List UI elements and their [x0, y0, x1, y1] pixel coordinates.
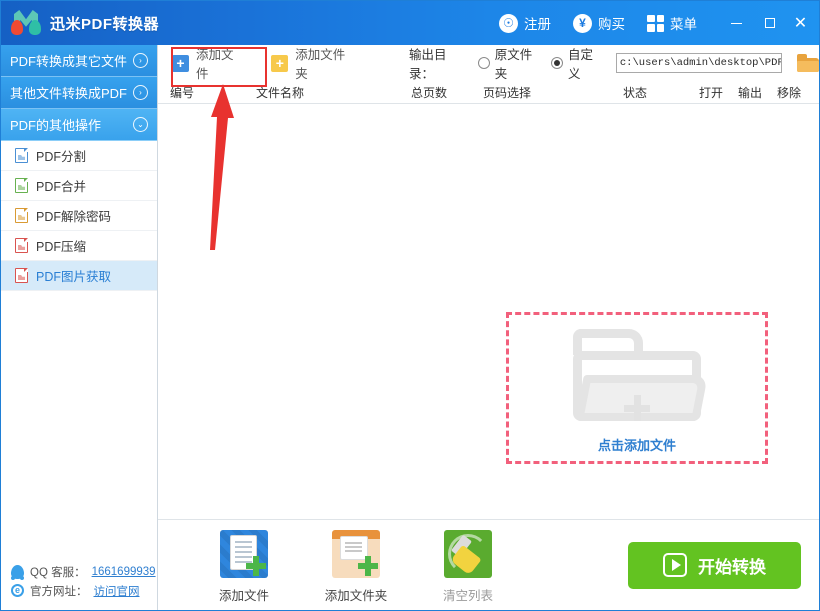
sidebar-item-label: PDF图片获取	[36, 270, 112, 284]
bottom-add-file-label: 添加文件	[218, 589, 269, 603]
menu-label: 菜单	[670, 17, 697, 32]
sidebar-item-label: PDF合并	[36, 180, 87, 194]
bottom-clear-list-button[interactable]: 清空列表	[412, 530, 524, 604]
column-header-total-pages: 总页数	[411, 85, 448, 100]
start-convert-button[interactable]: 开始转换	[628, 541, 801, 589]
pdf-file-icon	[15, 238, 28, 253]
official-site-row: e 官方网址： 访问官网	[11, 581, 157, 600]
file-table-header: 编号 文件名称 总页数 页码选择 状态 打开 输出 移除	[158, 81, 819, 104]
column-header-page-select: 页码选择	[483, 85, 532, 100]
chevron-down-icon: ⌄	[133, 117, 148, 132]
bottom-add-folder-label: 添加文件夹	[324, 589, 388, 603]
sidebar-category-other-to-pdf[interactable]: 其他文件转换成PDF ›	[1, 77, 157, 109]
add-file-button[interactable]: + 添加文件	[172, 44, 245, 82]
bottom-add-folder-button[interactable]: 添加文件夹	[300, 530, 412, 604]
sidebar-item-label: PDF分割	[36, 150, 87, 164]
dropzone-add-files[interactable]: 点击添加文件	[506, 312, 768, 464]
bottom-action-bar: 添加文件 添加文件夹 清空列表 开始转换	[158, 519, 819, 610]
add-folder-button[interactable]: + 添加文件夹	[271, 44, 357, 82]
menu-button[interactable]: 菜单	[636, 1, 708, 45]
buy-button[interactable]: ¥ 购买	[562, 1, 636, 45]
pdf-file-icon	[15, 178, 28, 193]
output-directory-group: 输出目录： 原文件夹 自定义 c:\users\admin\desktop\PD…	[409, 44, 819, 82]
output-path-input[interactable]: c:\users\admin\desktop\PDF压~1	[615, 53, 782, 73]
window-controls: ✕	[720, 1, 819, 45]
official-site-label: 官方网址：	[30, 585, 88, 598]
add-folder-icon: +	[271, 54, 289, 72]
app-logo-icon	[9, 6, 43, 40]
yen-buy-icon: ¥	[573, 13, 592, 33]
column-header-filename: 文件名称	[256, 85, 305, 100]
bottom-clear-list-label: 清空列表	[442, 589, 493, 603]
play-icon	[663, 553, 687, 577]
sidebar-item-label: PDF压缩	[36, 240, 87, 254]
pdf-file-icon	[15, 268, 28, 283]
file-list-area: 点击添加文件	[158, 104, 819, 519]
maximize-button[interactable]	[753, 1, 786, 45]
radio-button-icon	[477, 57, 490, 69]
sidebar-category-pdf-to-other[interactable]: PDF转换成其它文件 ›	[1, 45, 157, 77]
app-title: 迅米PDF转换器	[50, 15, 160, 33]
output-directory-label: 输出目录：	[408, 48, 447, 81]
sidebar-item-pdf-split[interactable]: PDF分割	[1, 141, 157, 171]
clear-list-broom-icon	[444, 530, 492, 578]
sidebar-category-label: 其他文件转换成PDF	[10, 86, 128, 101]
column-header-status: 状态	[623, 85, 648, 100]
grid-menu-icon	[647, 14, 664, 32]
qq-service-label: QQ 客服：	[30, 566, 86, 579]
pdf-file-icon	[15, 148, 28, 163]
sidebar-item-pdf-merge[interactable]: PDF合并	[1, 171, 157, 201]
column-header-remove: 移除	[776, 85, 801, 100]
sidebar: PDF转换成其它文件 › 其他文件转换成PDF › PDF的其他操作 ⌄ PDF…	[1, 45, 158, 610]
sidebar-item-pdf-unlock[interactable]: PDF解除密码	[1, 201, 157, 231]
pdf-file-icon	[15, 208, 28, 223]
column-header-output: 输出	[737, 85, 762, 100]
add-file-icon	[220, 530, 268, 578]
radio-button-selected-icon	[550, 57, 563, 69]
minimize-button[interactable]	[720, 1, 753, 45]
add-folder-icon	[332, 530, 380, 578]
title-bar: 迅米PDF转换器 ☉ 注册 ¥ 购买 菜单 ✕	[1, 1, 819, 45]
sidebar-category-pdf-other-ops[interactable]: PDF的其他操作 ⌄	[1, 109, 157, 141]
sidebar-item-label: PDF解除密码	[36, 210, 112, 224]
radio-custom-folder[interactable]: 自定义	[550, 44, 605, 82]
radio-original-label: 原文件夹	[494, 48, 533, 81]
sidebar-item-pdf-compress[interactable]: PDF压缩	[1, 231, 157, 261]
column-header-open: 打开	[698, 85, 723, 100]
chevron-right-icon: ›	[133, 53, 148, 68]
sidebar-category-label: PDF的其他操作	[10, 118, 102, 133]
qq-number-link[interactable]: 1661699939	[92, 566, 156, 578]
qq-penguin-icon	[11, 564, 24, 580]
sidebar-footer: QQ 客服： 1661699939 e 官方网址： 访问官网	[1, 562, 157, 610]
folder-browse-icon[interactable]	[796, 54, 819, 72]
sidebar-item-pdf-image-extract[interactable]: PDF图片获取	[1, 261, 157, 291]
chevron-right-icon: ›	[133, 85, 148, 100]
add-file-icon: +	[172, 54, 189, 72]
register-label: 注册	[524, 17, 551, 32]
start-convert-label: 开始转换	[698, 557, 766, 577]
column-header-index: 编号	[170, 85, 195, 100]
folder-plus-icon	[573, 329, 708, 421]
qq-service-row: QQ 客服： 1661699939	[11, 562, 157, 581]
main-panel: + 添加文件 + 添加文件夹 输出目录： 原文件夹 自定义 c:\users\a…	[158, 45, 819, 610]
application-window: 迅米PDF转换器 ☉ 注册 ¥ 购买 菜单 ✕ PDF转换成其它文件 › 其他文…	[0, 0, 820, 611]
sidebar-category-label: PDF转换成其它文件	[10, 54, 128, 69]
bottom-add-file-button[interactable]: 添加文件	[188, 530, 300, 604]
window-body: PDF转换成其它文件 › 其他文件转换成PDF › PDF的其他操作 ⌄ PDF…	[1, 45, 819, 610]
user-register-icon: ☉	[499, 13, 518, 33]
close-button[interactable]: ✕	[786, 1, 819, 45]
dropzone-label: 点击添加文件	[597, 438, 676, 453]
buy-label: 购买	[598, 17, 625, 32]
toolbar: + 添加文件 + 添加文件夹 输出目录： 原文件夹 自定义 c:\users\a…	[158, 45, 819, 81]
add-file-label: 添加文件	[196, 48, 234, 81]
titlebar-actions: ☉ 注册 ¥ 购买 菜单 ✕	[488, 1, 819, 45]
add-folder-label: 添加文件夹	[295, 48, 346, 81]
official-site-link[interactable]: 访问官网	[94, 583, 140, 599]
register-button[interactable]: ☉ 注册	[488, 1, 562, 45]
radio-custom-label: 自定义	[567, 48, 593, 81]
radio-original-folder[interactable]: 原文件夹	[477, 44, 544, 82]
browser-icon: e	[11, 584, 24, 597]
